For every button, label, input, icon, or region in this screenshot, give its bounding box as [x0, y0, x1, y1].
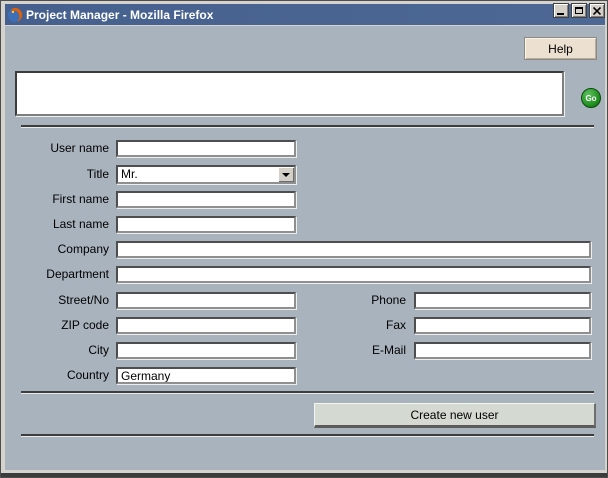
- company-label: Company: [9, 241, 109, 258]
- phone-label: Phone: [309, 292, 406, 309]
- title-selected-value: Mr.: [118, 167, 278, 182]
- phone-input[interactable]: [414, 292, 591, 309]
- first-name-input[interactable]: [116, 191, 296, 208]
- city-input[interactable]: [116, 342, 296, 359]
- close-button[interactable]: [589, 3, 605, 18]
- street-label: Street/No: [9, 292, 109, 309]
- country-input[interactable]: [116, 367, 296, 384]
- titlebar[interactable]: Project Manager - Mozilla Firefox: [5, 4, 605, 25]
- department-input[interactable]: [116, 266, 591, 283]
- first-name-label: First name: [9, 191, 109, 208]
- section-divider-top: [21, 125, 594, 128]
- section-divider-middle: [21, 391, 594, 394]
- app-window: Project Manager - Mozilla Firefox Help G…: [0, 0, 608, 478]
- title-label: Title: [9, 166, 109, 183]
- close-icon: [593, 7, 601, 15]
- email-label: E-Mail: [309, 342, 406, 359]
- user-name-input[interactable]: [116, 140, 296, 157]
- last-name-input[interactable]: [116, 216, 296, 233]
- firefox-icon: [7, 7, 23, 23]
- country-label: Country: [9, 367, 109, 384]
- minimize-icon: [557, 13, 564, 15]
- fax-input[interactable]: [414, 317, 591, 334]
- title-select[interactable]: Mr.: [116, 165, 296, 184]
- city-label: City: [9, 342, 109, 359]
- section-divider-bottom: [21, 434, 594, 437]
- last-name-label: Last name: [9, 216, 109, 233]
- help-button[interactable]: Help: [524, 37, 597, 60]
- window-controls: [553, 3, 605, 18]
- email-input[interactable]: [414, 342, 591, 359]
- create-new-user-button[interactable]: Create new user: [314, 403, 596, 428]
- window-bottom-edge: [1, 473, 608, 477]
- fax-label: Fax: [309, 317, 406, 334]
- user-name-label: User name: [9, 140, 109, 157]
- zip-input[interactable]: [116, 317, 296, 334]
- go-button[interactable]: Go: [581, 88, 601, 108]
- company-input[interactable]: [116, 241, 591, 258]
- minimize-button[interactable]: [553, 3, 569, 18]
- zip-label: ZIP code: [9, 317, 109, 334]
- title-dropdown-button[interactable]: [278, 167, 294, 182]
- query-textarea[interactable]: [15, 71, 564, 116]
- maximize-icon: [575, 7, 583, 14]
- chevron-down-icon: [282, 173, 290, 177]
- window-title: Project Manager - Mozilla Firefox: [26, 8, 213, 22]
- maximize-button[interactable]: [571, 3, 587, 18]
- department-label: Department: [9, 266, 109, 283]
- street-input[interactable]: [116, 292, 296, 309]
